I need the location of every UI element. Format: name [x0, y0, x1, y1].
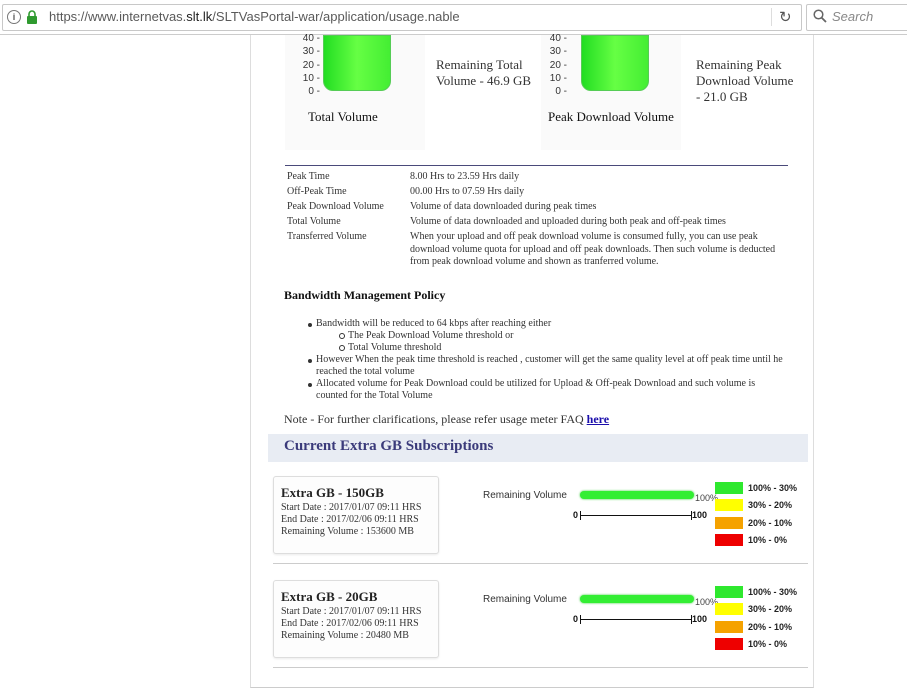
- end-date: End Date : 2017/02/06 09:11 HRS: [281, 514, 419, 525]
- gauge-ticks: 40 -30 -20 -10 -0 -: [302, 33, 320, 98]
- legend-label: 100% - 30%: [748, 483, 798, 493]
- legend-swatch-red: [715, 638, 743, 650]
- gauge-title: Peak Download Volume: [548, 109, 674, 124]
- policy-subitem: The Peak Download Volume threshold or: [348, 330, 514, 341]
- legend-label: 20% - 10%: [748, 622, 793, 632]
- policy-item: Bandwidth will be reduced to 64 kbps aft…: [316, 318, 552, 329]
- end-date: End Date : 2017/02/06 09:11 HRS: [281, 618, 419, 629]
- subscription-card: Extra GB - 150GB Start Date : 2017/01/07…: [273, 476, 439, 554]
- remaining-volume-label: Remaining Volume: [483, 594, 567, 605]
- info-icon[interactable]: i: [7, 10, 21, 24]
- usage-bar: [580, 491, 694, 499]
- extra-gb-heading: Current Extra GB Subscriptions: [284, 438, 494, 454]
- bullet: [308, 323, 312, 327]
- address-bar[interactable]: i https://www.internetvas.slt.lk/SLTVasP…: [2, 4, 802, 31]
- start-date: Start Date : 2017/01/07 09:11 HRS: [281, 606, 422, 617]
- legend-label: 100% - 30%: [748, 587, 798, 597]
- remaining-volume: Remaining Volume : 20480 MB: [281, 630, 409, 641]
- scale-min: 0: [573, 614, 579, 624]
- gauge-ticks: 40 -30 -20 -10 -0 -: [549, 33, 567, 98]
- usage-scale: [580, 511, 692, 520]
- search-placeholder: Search: [832, 9, 874, 24]
- faq-link[interactable]: here: [587, 412, 609, 426]
- remaining-total-volume: Remaining Total Volume - 46.9 GB: [436, 57, 532, 88]
- legend-swatch-yellow: [715, 499, 743, 511]
- address-divider: [771, 8, 772, 26]
- url-text: https://www.internetvas.slt.lk/SLTVasPor…: [49, 9, 460, 24]
- remaining-peak-volume: Remaining Peak Download Volume - 21.0 GB: [696, 57, 794, 104]
- policy-item: However When the peak time threshold is …: [316, 354, 783, 377]
- legend-label: 10% - 0%: [748, 535, 788, 545]
- sub-bullet: [339, 345, 345, 351]
- search-icon: [813, 9, 827, 23]
- reload-icon[interactable]: ↻: [779, 8, 792, 26]
- policy-item: Allocated volume for Peak Download could…: [316, 378, 756, 401]
- policy-title: Bandwidth Management Policy: [284, 288, 446, 302]
- start-date: Start Date : 2017/01/07 09:11 HRS: [281, 502, 422, 513]
- sub-bullet: [339, 333, 345, 339]
- legend-label: 30% - 20%: [748, 500, 793, 510]
- row-divider: [273, 563, 808, 564]
- legend-swatch-green: [715, 586, 743, 598]
- row-divider: [273, 667, 808, 668]
- definitions-divider: [285, 165, 788, 166]
- legend-swatch-orange: [715, 621, 743, 633]
- remaining-volume: Remaining Volume : 153600 MB: [281, 526, 414, 537]
- subscription-title: Extra GB - 20GB: [281, 589, 378, 604]
- legend-swatch-orange: [715, 517, 743, 529]
- gauge-fill: [323, 35, 391, 91]
- legend-label: 10% - 0%: [748, 639, 788, 649]
- search-input[interactable]: Search: [806, 4, 907, 31]
- gauge-fill: [581, 35, 649, 91]
- usage-scale: [580, 615, 692, 624]
- policy-subitem: Total Volume threshold: [348, 342, 442, 353]
- usage-bar: [580, 595, 694, 603]
- legend-label: 20% - 10%: [748, 518, 793, 528]
- browser-toolbar: i https://www.internetvas.slt.lk/SLTVasP…: [0, 0, 907, 35]
- scale-min: 0: [573, 510, 579, 520]
- scale-max: 100: [692, 614, 708, 624]
- remaining-volume-label: Remaining Volume: [483, 490, 567, 501]
- faq-note: Note - For further clarifications, pleas…: [284, 412, 610, 426]
- gauge-title: Total Volume: [308, 109, 378, 124]
- peak-download-gauge: 40 -30 -20 -10 -0 - Peak Download Volume: [541, 33, 681, 150]
- bullet: [308, 383, 312, 387]
- subscription-card: Extra GB - 20GB Start Date : 2017/01/07 …: [273, 580, 439, 658]
- legend-swatch-yellow: [715, 603, 743, 615]
- extra-gb-header: Current Extra GB Subscriptions: [268, 434, 808, 462]
- subscription-title: Extra GB - 150GB: [281, 485, 384, 500]
- legend-swatch-green: [715, 482, 743, 494]
- lock-icon: [27, 10, 37, 24]
- total-volume-gauge: 40 -30 -20 -10 -0 - Total Volume: [285, 33, 425, 150]
- legend-swatch-red: [715, 534, 743, 546]
- legend-label: 30% - 20%: [748, 604, 793, 614]
- scale-max: 100: [692, 510, 708, 520]
- bullet: [308, 359, 312, 363]
